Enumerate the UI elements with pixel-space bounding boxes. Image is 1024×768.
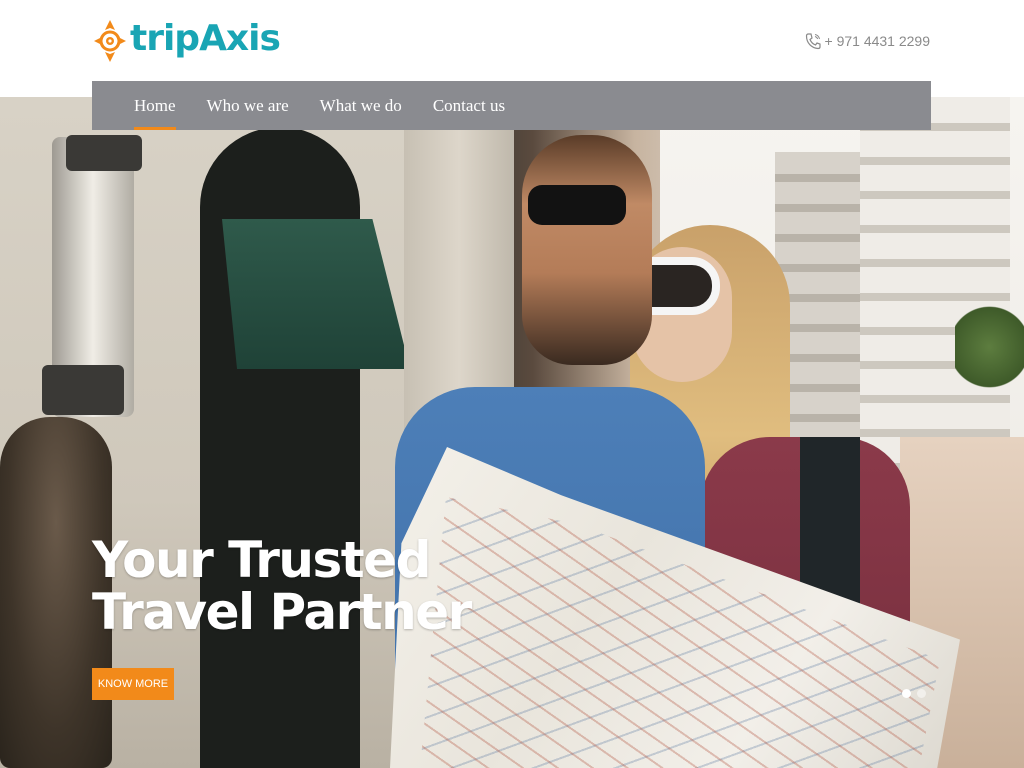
nav-item-what-we-do[interactable]: What we do bbox=[320, 81, 402, 130]
hero-headline-line1: Your Trusted bbox=[92, 531, 431, 589]
main-navigation: Home Who we are What we do Contact us bbox=[92, 81, 931, 130]
compass-logo-icon bbox=[94, 20, 126, 62]
nav-item-who-we-are[interactable]: Who we are bbox=[207, 81, 289, 130]
slider-pagination bbox=[902, 689, 926, 698]
hero-headline: Your Trusted Travel Partner bbox=[92, 531, 472, 641]
slider-dot-1[interactable] bbox=[902, 689, 911, 698]
nav-item-contact-us[interactable]: Contact us bbox=[433, 81, 505, 130]
hero-photo-tree bbox=[955, 302, 1024, 392]
hero-photo-man-head bbox=[522, 135, 652, 365]
hero-photo-lamp-cap bbox=[66, 135, 142, 171]
slider-dot-2[interactable] bbox=[917, 689, 926, 698]
nav-item-home[interactable]: Home bbox=[134, 81, 176, 130]
hero-headline-line2: Travel Partner bbox=[92, 583, 472, 641]
know-more-button[interactable]: KNOW MORE bbox=[92, 668, 174, 700]
hero-photo-sunglasses bbox=[528, 185, 626, 225]
brand-logo[interactable]: tripAxis bbox=[92, 16, 281, 66]
contact-phone[interactable]: + 971 4431 2299 bbox=[805, 32, 931, 50]
phone-icon bbox=[805, 33, 821, 50]
hero-photo-lamp-base bbox=[42, 365, 124, 415]
phone-number: + 971 4431 2299 bbox=[824, 33, 931, 49]
brand-name: tripAxis bbox=[130, 17, 281, 59]
